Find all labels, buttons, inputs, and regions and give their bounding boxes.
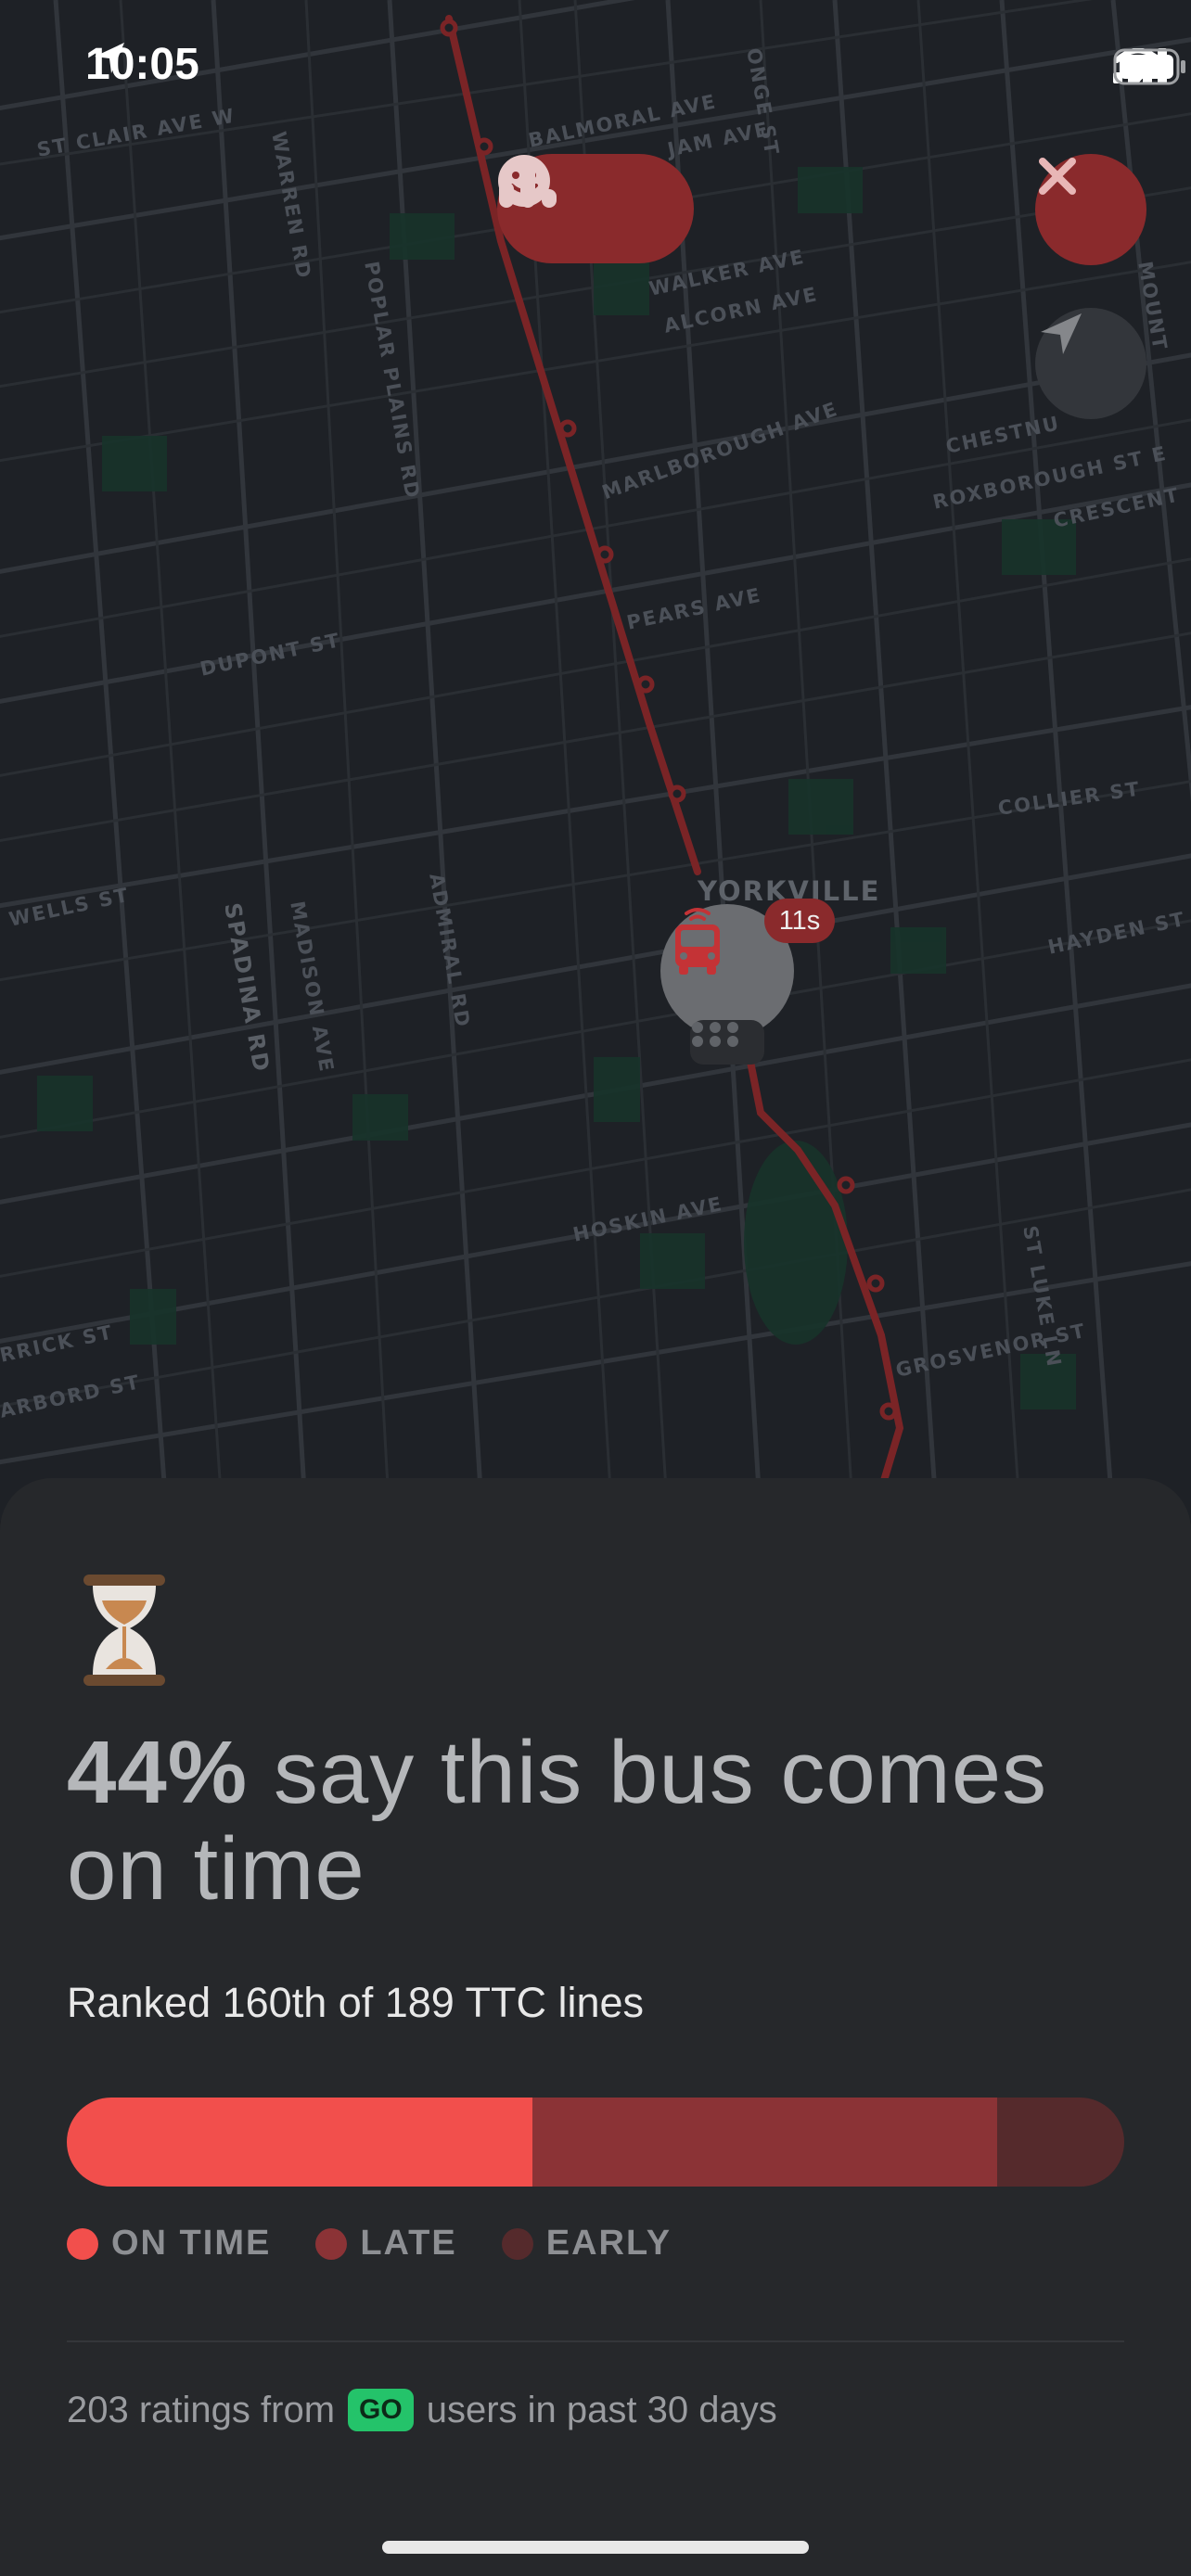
bar-segment-on-time <box>67 2098 532 2187</box>
home-indicator[interactable] <box>382 2541 809 2554</box>
dots-grid-icon <box>692 1022 738 1047</box>
on-time-percent: 44% <box>67 1723 249 1822</box>
hourglass-icon <box>83 1575 165 1686</box>
close-icon <box>1039 158 1076 195</box>
legend-late: LATE <box>315 2224 456 2264</box>
legend-dot <box>501 2227 533 2260</box>
go-badge: GO <box>348 2389 414 2431</box>
legend-dot <box>315 2227 348 2260</box>
bar-segment-early <box>997 2098 1124 2187</box>
bus-more-indicator <box>690 1020 764 1065</box>
bus-update-badge: 11s <box>764 899 835 943</box>
close-button[interactable] <box>1035 154 1146 265</box>
location-arrow-icon <box>95 43 124 73</box>
ratings-footer: 203 ratings from GO users in past 30 day… <box>67 2389 777 2431</box>
map-view[interactable]: ST CLAIR AVE W WARREN RD BALMORAL AVE JA… <box>0 0 1191 1521</box>
legend-dot <box>67 2227 98 2260</box>
bar-segment-late <box>531 2098 998 2187</box>
divider <box>67 2340 1124 2342</box>
status-time: 10:05 <box>85 40 199 89</box>
legend-early: EARLY <box>501 2224 672 2264</box>
rank-text: Ranked 160th of 189 TTC lines <box>67 1979 645 2026</box>
bar-chart-icon <box>499 158 557 208</box>
locate-me-button[interactable] <box>1035 308 1146 419</box>
feedback-stats-button[interactable] <box>497 154 694 263</box>
location-arrow-icon <box>1041 313 1082 354</box>
punctuality-bar <box>67 2098 1124 2187</box>
legend-on-time: ON TIME <box>67 2224 271 2264</box>
on-time-headline: 44% say this bus comes on time <box>67 1725 1124 1918</box>
bar-legend: ON TIME LATE EARLY <box>67 2224 672 2264</box>
bus-icon <box>675 908 720 975</box>
battery-icon <box>1113 48 1185 85</box>
